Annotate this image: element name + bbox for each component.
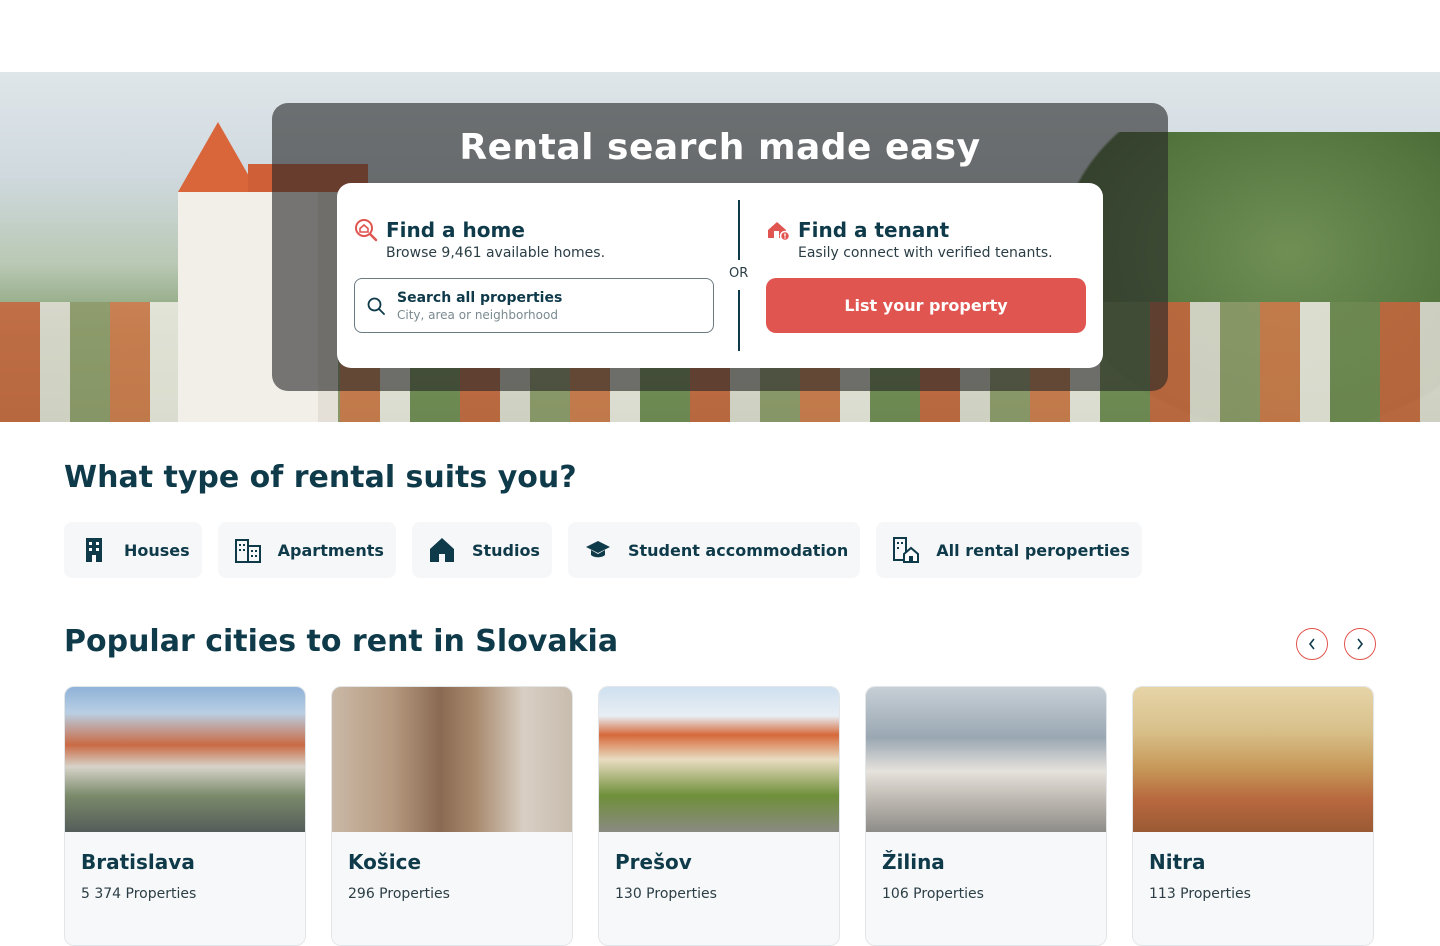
city-photo <box>1133 687 1373 832</box>
type-chip-all[interactable]: All rental peroperties <box>876 522 1142 578</box>
search-icon <box>367 297 385 315</box>
city-cards-list: Bratislava 5 374 Properties Košice 296 P… <box>64 686 1374 946</box>
city-name: Žilina <box>882 850 945 874</box>
city-name: Prešov <box>615 850 692 874</box>
type-chip-houses[interactable]: Houses <box>64 522 202 578</box>
city-name: Košice <box>348 850 422 874</box>
find-tenant-title: Find a tenant <box>798 218 950 242</box>
list-property-button[interactable]: List your property <box>766 278 1086 333</box>
city-photo <box>332 687 572 832</box>
city-photo <box>866 687 1106 832</box>
city-name: Nitra <box>1149 850 1206 874</box>
find-home-subtitle: Browse 9,461 available homes. <box>386 245 606 261</box>
buildings-home-icon <box>892 536 920 564</box>
city-card-zilina[interactable]: Žilina 106 Properties <box>865 686 1107 946</box>
chevron-left-icon <box>1308 638 1315 650</box>
graduation-cap-icon <box>584 536 612 564</box>
top-header <box>0 0 1440 72</box>
rental-types-list: Houses Apartments Studios Student accomm… <box>64 522 1142 578</box>
chevron-right-icon <box>1357 638 1364 650</box>
city-name: Bratislava <box>81 850 195 874</box>
carousel-controls <box>1296 628 1376 660</box>
type-chip-studios[interactable]: Studios <box>411 522 552 578</box>
search-title: Search all properties <box>397 289 563 306</box>
apartments-icon <box>234 536 262 564</box>
carousel-next-button[interactable] <box>1344 628 1376 660</box>
type-chip-label: All rental peroperties <box>936 540 1130 560</box>
hero-title: Rental search made easy <box>459 127 981 168</box>
house-icon <box>428 536 456 564</box>
rental-types-title: What type of rental suits you? <box>64 460 577 495</box>
type-chip-label: Houses <box>124 540 190 560</box>
find-home-panel: Find a home Browse 9,461 available homes… <box>354 183 714 333</box>
type-chip-label: Student accommodation <box>627 540 849 560</box>
hero-banner: Rental search made easy Find a home Brow… <box>0 72 1440 422</box>
find-tenant-panel: Find a tenant Easily connect with verifi… <box>766 183 1086 333</box>
or-label: OR <box>729 266 749 281</box>
type-chip-label: Studios <box>471 540 540 560</box>
building-icon <box>80 536 108 564</box>
home-search-icon <box>354 218 378 242</box>
or-divider: OR <box>729 200 748 351</box>
popular-cities-title: Popular cities to rent in Slovakia <box>64 624 619 659</box>
city-photo <box>599 687 839 832</box>
hero-search-card: Find a home Browse 9,461 available homes… <box>337 183 1103 368</box>
type-chip-apartments[interactable]: Apartments <box>217 522 396 578</box>
city-card-bratislava[interactable]: Bratislava 5 374 Properties <box>64 686 306 946</box>
type-chip-student[interactable]: Student accommodation <box>567 522 861 578</box>
search-placeholder: City, area or neighborhood <box>397 307 558 322</box>
city-card-presov[interactable]: Prešov 130 Properties <box>598 686 840 946</box>
search-properties-input[interactable]: Search all properties City, area or neig… <box>354 278 714 333</box>
city-photo <box>65 687 305 832</box>
city-card-nitra[interactable]: Nitra 113 Properties <box>1132 686 1374 946</box>
house-alert-icon <box>766 218 790 242</box>
type-chip-label: Apartments <box>277 540 384 560</box>
find-tenant-subtitle: Easily connect with verified tenants. <box>798 245 1053 261</box>
city-card-kosice[interactable]: Košice 296 Properties <box>331 686 573 946</box>
find-home-title: Find a home <box>386 218 525 242</box>
carousel-prev-button[interactable] <box>1296 628 1328 660</box>
